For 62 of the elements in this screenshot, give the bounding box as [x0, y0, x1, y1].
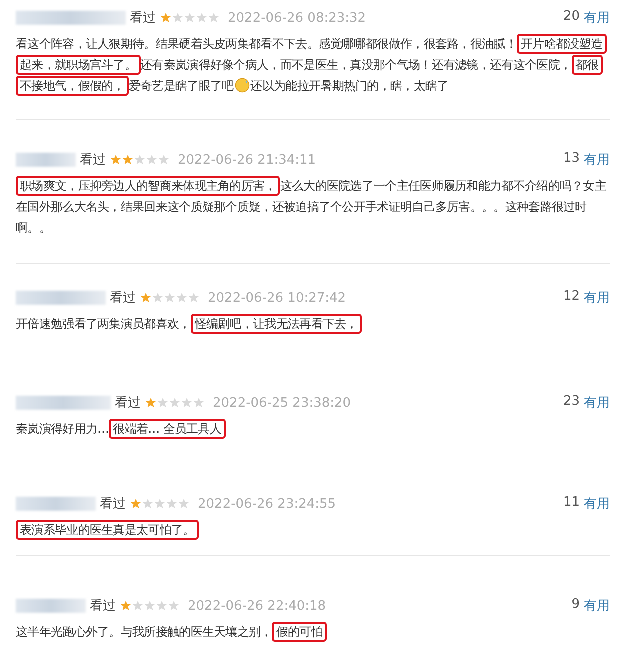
star-icon [156, 600, 168, 612]
vote-count: 13 [563, 151, 580, 168]
watched-status: 看过 [90, 598, 116, 615]
star-icon [158, 154, 170, 166]
star-icon [140, 292, 152, 304]
star-icon [178, 498, 190, 510]
review-time: 2022-06-25 23:38:20 [213, 396, 352, 410]
star-icon [164, 292, 176, 304]
vote-count: 12 [563, 289, 580, 306]
star-icon [166, 498, 178, 510]
star-icon [169, 397, 181, 409]
watched-status: 看过 [115, 395, 141, 412]
star-icon [181, 397, 193, 409]
star-icon [120, 600, 132, 612]
vote-count: 23 [563, 394, 580, 411]
star-icon [172, 12, 184, 24]
star-icon [208, 12, 220, 24]
watched-status: 看过 [130, 10, 156, 27]
star-icon [132, 600, 144, 612]
vote-count: 11 [563, 495, 580, 512]
star-icon [154, 498, 166, 510]
watched-status: 看过 [80, 152, 106, 169]
blurred-username [16, 153, 76, 167]
vote-count: 9 [572, 597, 580, 614]
watched-status: 看过 [110, 290, 136, 307]
star-icon [110, 154, 122, 166]
review-time: 2022-06-26 21:34:11 [178, 152, 316, 168]
star-icon [193, 397, 205, 409]
watched-status: 看过 [100, 496, 126, 513]
review-text: 职场爽文，压抑旁边人的智商来体现主角的厉害， 这么大的医院选了一个主任医师履历和能力都不介绍的吗？女主在国外那么大名头，结果回来这个质疑那个质疑，还被迫搞了个公开手术证明自己多厉害。。。这种套路很过时啊。。 [16, 176, 610, 239]
star-icon [144, 600, 156, 612]
star-icon [145, 397, 157, 409]
useful-link[interactable]: 有用 [584, 597, 610, 615]
star-icon [188, 292, 200, 304]
review-text: 这半年光跑心外了。与我所接触的医生天壤之别， 假的可怕 [16, 622, 610, 643]
useful-link[interactable]: 有用 [584, 151, 610, 169]
star-icon [152, 292, 164, 304]
star-icon [122, 154, 134, 166]
star-icon [146, 154, 158, 166]
useful-link[interactable]: 有用 [584, 289, 610, 307]
useful-link[interactable]: 有用 [584, 9, 610, 27]
review-text: 秦岚演得好用力… 很端着… 全员工具人 [16, 419, 610, 440]
useful-link[interactable]: 有用 [584, 495, 610, 513]
star-icon [157, 397, 169, 409]
review-time: 2022-06-26 08:23:32 [228, 10, 366, 26]
star-icon [196, 12, 208, 24]
review-time: 2022-06-26 10:27:42 [208, 290, 346, 306]
vote-count: 20 [563, 9, 580, 26]
star-icon [142, 498, 154, 510]
star-icon [176, 292, 188, 304]
star-icon [184, 12, 196, 24]
star-icon [160, 12, 172, 24]
review-text: 开倍速勉强看了两集演员都喜欢， 怪编剧吧，让我无法再看下去， [16, 314, 610, 335]
review-text: 表演系毕业的医生真是太可怕了。 [16, 520, 610, 541]
emoji-icon [234, 78, 250, 93]
review-time: 2022-06-26 23:24:55 [198, 496, 336, 512]
review-time: 2022-06-26 22:40:18 [188, 598, 326, 614]
useful-link[interactable]: 有用 [584, 394, 610, 412]
star-icon [130, 498, 142, 510]
star-icon [168, 600, 180, 612]
star-icon [134, 154, 146, 166]
blurred-username [16, 599, 86, 613]
